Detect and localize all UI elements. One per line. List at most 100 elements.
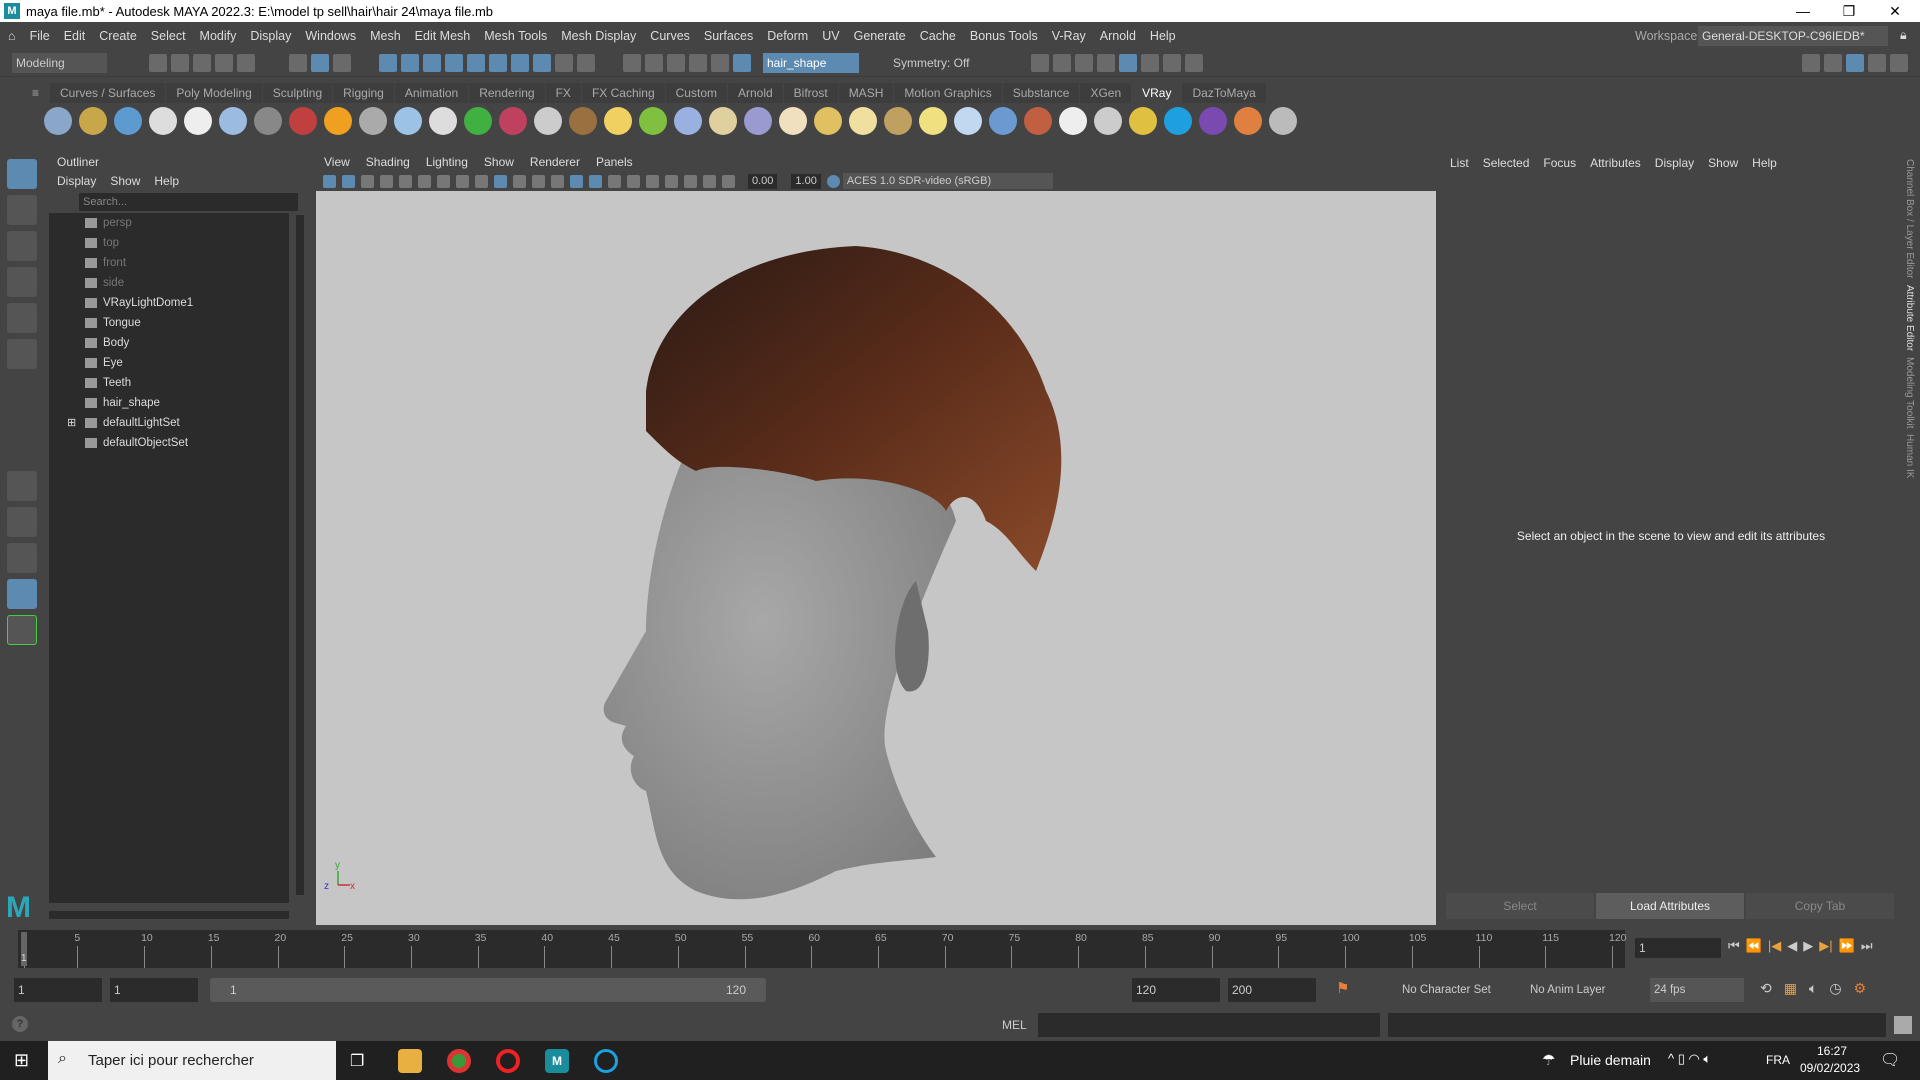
shelf-tool-icon[interactable] (254, 107, 282, 135)
ambient-occlusion-icon[interactable] (627, 174, 640, 188)
render-frame-icon[interactable] (1053, 53, 1071, 72)
redo-icon[interactable] (237, 53, 255, 72)
viewport-menu-shading[interactable]: Shading (366, 155, 410, 169)
shelf-tab-animation[interactable]: Animation (394, 83, 469, 103)
textured-icon[interactable] (570, 174, 583, 188)
shelf-tool-icon[interactable] (604, 107, 632, 135)
playback-start-field[interactable]: 1 (110, 978, 198, 1002)
shelf-tool-icon[interactable] (1024, 107, 1052, 135)
select-component-icon[interactable] (333, 53, 351, 72)
open-scene-icon[interactable] (171, 53, 189, 72)
maya-taskbar-icon[interactable]: M (545, 1049, 569, 1073)
current-frame-field[interactable]: 1 (1635, 938, 1721, 958)
ae-menu-attributes[interactable]: Attributes (1590, 156, 1641, 170)
input-ops-icon[interactable] (667, 53, 685, 72)
step-back-key-icon[interactable]: ⏪ (1746, 938, 1762, 954)
time-slider[interactable]: 5 10 15 20 25 30 35 40 45 50 55 60 65 70 75 80 85 90 95 100… (18, 930, 1627, 968)
pause-icon[interactable] (1185, 53, 1203, 72)
shelf-tool-icon[interactable] (184, 107, 212, 135)
shelf-tab-fx[interactable]: FX (545, 83, 581, 103)
shelf-tool-icon[interactable] (1234, 107, 1262, 135)
tab-attribute-editor[interactable]: Attribute Editor (1904, 285, 1915, 351)
antialias-icon[interactable] (665, 174, 678, 188)
single-perspective-layout-icon[interactable] (7, 471, 37, 501)
lights-icon[interactable] (589, 174, 602, 188)
outliner-scrollbar[interactable] (296, 215, 304, 895)
ae-menu-display[interactable]: Display (1655, 156, 1694, 170)
shelf-tool-icon[interactable] (569, 107, 597, 135)
shelf-tool-icon[interactable] (814, 107, 842, 135)
bookmark-icon[interactable] (361, 174, 374, 188)
persp-outliner-layout-icon[interactable] (7, 543, 37, 573)
shelf-tool-icon[interactable] (779, 107, 807, 135)
select-hierarchy-icon[interactable] (289, 53, 307, 72)
menu-edit[interactable]: Edit (64, 29, 86, 43)
anim-layer-select[interactable]: No Anim Layer (1526, 978, 1626, 1002)
fps-select[interactable]: 24 fps (1650, 978, 1744, 1002)
shelf-tool-icon[interactable] (1269, 107, 1297, 135)
ae-menu-show[interactable]: Show (1708, 156, 1738, 170)
motion-blur-icon[interactable] (646, 174, 659, 188)
move-tool-icon[interactable] (7, 267, 37, 297)
shelf-tool-icon[interactable] (289, 107, 317, 135)
menu-deform[interactable]: Deform (767, 29, 808, 43)
maximize-button[interactable]: ❐ (1826, 0, 1872, 22)
outliner-layout-icon[interactable] (7, 579, 37, 609)
search-icon[interactable] (7, 615, 37, 645)
scene-start-field[interactable]: 1 (14, 978, 102, 1002)
menu-arnold[interactable]: Arnold (1100, 29, 1136, 43)
clock-time[interactable]: 16:27 (1808, 1044, 1856, 1058)
soft-select-icon[interactable] (733, 53, 751, 72)
human-ik-icon[interactable] (1824, 54, 1842, 72)
outliner-hscrollbar[interactable] (49, 911, 289, 919)
smooth-shade-icon[interactable] (513, 174, 526, 188)
camera-select-icon[interactable] (323, 174, 336, 188)
ae-menu-selected[interactable]: Selected (1483, 156, 1530, 170)
image-plane-icon[interactable] (380, 174, 393, 188)
lasso-tool-icon[interactable] (7, 195, 37, 225)
tool-settings-icon[interactable] (1868, 54, 1886, 72)
loop-icon[interactable]: ⟲ (1760, 980, 1772, 997)
play-forwards-icon[interactable]: ▶ (1803, 938, 1813, 954)
undo-icon[interactable] (215, 53, 233, 72)
outliner-item-side[interactable]: side (49, 273, 289, 293)
render-setup-icon[interactable] (1141, 53, 1159, 72)
save-scene-icon[interactable] (193, 53, 211, 72)
ae-menu-focus[interactable]: Focus (1543, 156, 1576, 170)
shelf-tab-substance[interactable]: Substance (1002, 83, 1080, 103)
shelf-tool-icon[interactable] (324, 107, 352, 135)
menu-create[interactable]: Create (99, 29, 137, 43)
select-object-icon[interactable] (311, 53, 329, 72)
load-attributes-button[interactable]: Load Attributes (1596, 893, 1744, 919)
lock-icon[interactable]: 🔒︎ (1900, 28, 1907, 43)
animation-prefs-icon[interactable]: ⚙ (1854, 980, 1867, 997)
shelf-tab-fx-caching[interactable]: FX Caching (581, 83, 665, 103)
menu-cache[interactable]: Cache (920, 29, 956, 43)
exposure-field[interactable]: 0.00 (748, 173, 778, 189)
help-line-icon[interactable]: ? (12, 1016, 28, 1032)
outliner-item-persp[interactable]: persp (49, 213, 289, 233)
snap-surface-icon[interactable] (467, 53, 485, 72)
select-tool-icon[interactable] (7, 159, 37, 189)
playback-end-field[interactable]: 120 (1132, 978, 1220, 1002)
shelf-tool-icon[interactable] (954, 107, 982, 135)
shelf-tab-poly-modeling[interactable]: Poly Modeling (166, 83, 262, 103)
weather-text[interactable]: Pluie demain (1570, 1052, 1651, 1068)
object-name-field[interactable]: hair_shape (763, 52, 859, 73)
resolution-gate-icon[interactable] (475, 174, 488, 188)
command-input[interactable] (1038, 1013, 1380, 1037)
opera-icon[interactable] (496, 1049, 520, 1073)
symmetry-select[interactable]: Symmetry: Off (889, 52, 989, 73)
snap-point-icon[interactable] (423, 53, 441, 72)
new-scene-icon[interactable] (149, 53, 167, 72)
shelf-tool-icon[interactable] (394, 107, 422, 135)
snap-grid-icon[interactable] (379, 53, 397, 72)
snap-view-icon[interactable] (445, 53, 463, 72)
step-forward-frame-icon[interactable]: ▶| (1819, 938, 1832, 954)
outliner-item-tongue[interactable]: Tongue (49, 313, 289, 333)
gamma-field[interactable]: 1.00 (791, 173, 821, 189)
cache-icon[interactable]: ▦ (1784, 980, 1797, 997)
menu-help[interactable]: Help (1150, 29, 1176, 43)
menu-windows[interactable]: Windows (305, 29, 356, 43)
copy-tab-button[interactable]: Copy Tab (1746, 893, 1894, 919)
